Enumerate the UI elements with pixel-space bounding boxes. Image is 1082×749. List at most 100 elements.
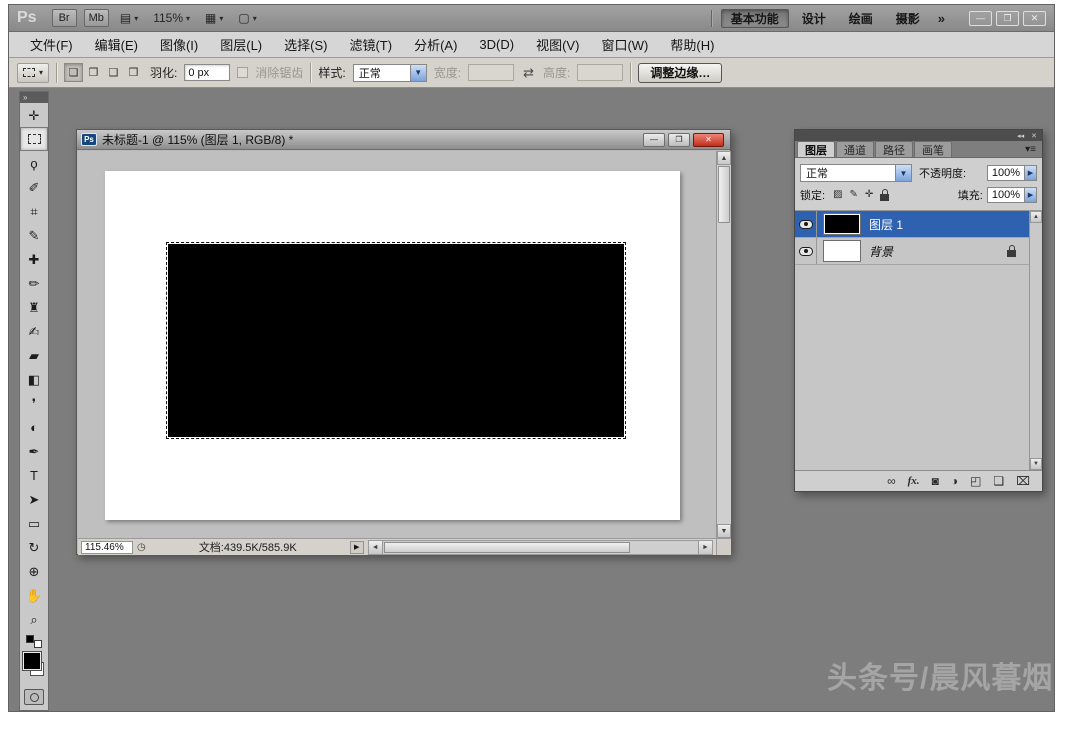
vertical-scroll-thumb[interactable] [718,166,730,223]
screen-mode-button[interactable]: ▢ ▾ [234,9,260,27]
rectangle-tool[interactable]: ▭ [20,511,48,535]
lock-transparency-icon[interactable]: ▨ [833,190,842,200]
link-layers-icon[interactable]: ∞ [887,474,896,488]
scroll-up-icon[interactable]: ▲ [717,151,731,165]
toolbar-collapse-button[interactable]: » [20,92,48,103]
quick-selection-tool[interactable]: ✐ [20,175,48,199]
brush-tool[interactable]: ✏ [20,271,48,295]
panel-tab[interactable]: 通道 [836,141,874,157]
menu-item[interactable]: 滤镜(T) [338,32,403,57]
lasso-tool[interactable]: ϙ [20,151,48,175]
arrange-documents-button[interactable]: ▦ ▾ [201,9,227,27]
layer-row[interactable]: 背景 [795,238,1029,265]
menu-item[interactable]: 视图(V) [525,32,590,57]
history-brush-tool[interactable]: ✍ [20,319,48,343]
move-tool[interactable]: ✛ [20,103,48,127]
menu-item[interactable]: 图像(I) [149,32,209,57]
scroll-right-icon[interactable]: ► [698,541,712,554]
workspace-button[interactable]: 绘画 [839,9,883,28]
panel-tab[interactable]: 图层 [797,141,835,157]
blur-tool[interactable]: ❜ [20,391,48,415]
new-selection-icon[interactable]: ❏ [64,63,83,82]
layer-row[interactable]: 图层 1 [795,211,1029,238]
document-close-button[interactable]: ✕ [693,133,724,147]
zoom-level-control[interactable]: 115% ▾ [149,9,194,27]
scroll-down-icon[interactable]: ▼ [1030,458,1042,470]
clone-stamp-tool[interactable]: ♜ [20,295,48,319]
hand-tool[interactable]: ✋ [20,583,48,607]
scroll-up-icon[interactable]: ▲ [1030,211,1042,223]
lock-pixels-icon[interactable]: ✎ [850,190,858,200]
quick-mask-button[interactable] [24,689,44,705]
canvas-area[interactable] [78,151,716,538]
tool-preset-picker[interactable]: ▾ [17,63,49,83]
menu-item[interactable]: 分析(A) [403,32,468,57]
workspace-button[interactable]: 摄影 [886,9,930,28]
add-selection-icon[interactable]: ❐ [84,63,103,82]
collapse-to-icons-icon[interactable]: ◂◂ [1017,132,1024,140]
refine-edge-button[interactable]: 调整边缘… [638,63,722,83]
canvas[interactable] [105,171,680,520]
fill-control[interactable]: 100% ▶ [987,187,1037,203]
gradient-tool[interactable]: ◧ [20,367,48,391]
path-selection-tool[interactable]: ➤ [20,487,48,511]
subtract-selection-icon[interactable]: ❑ [104,63,123,82]
style-select[interactable]: 正常 ▼ [353,64,427,82]
menu-item[interactable]: 图层(L) [209,32,273,57]
menu-item[interactable]: 窗口(W) [590,32,659,57]
panel-tab[interactable]: 画笔 [914,141,952,157]
document-restore-button[interactable]: ❐ [668,133,690,147]
eyedropper-tool[interactable]: ✎ [20,223,48,247]
bridge-button[interactable]: Br [52,9,77,27]
layers-scrollbar[interactable]: ▲ ▼ [1029,210,1042,470]
minimize-button[interactable]: — [969,11,992,26]
view-extras-button[interactable]: ▤ ▾ [116,9,142,27]
opacity-control[interactable]: 100% ▶ [987,165,1037,181]
panel-close-icon[interactable]: ✕ [1031,132,1037,140]
lock-all-icon[interactable] [880,194,889,201]
type-tool[interactable]: T [20,463,48,487]
workspace-button[interactable]: 设计 [792,9,836,28]
new-group-icon[interactable]: ◰ [970,474,981,488]
panel-tab[interactable]: 路径 [875,141,913,157]
scroll-down-icon[interactable]: ▼ [717,524,731,538]
horizontal-scrollbar[interactable]: ◄ ► [368,540,713,555]
intersect-selection-icon[interactable]: ❒ [124,63,143,82]
feather-input[interactable] [184,64,230,81]
document-minimize-button[interactable]: — [643,133,665,147]
menu-item[interactable]: 帮助(H) [659,32,725,57]
visibility-toggle[interactable] [795,238,817,264]
status-options-button[interactable]: ▶ [350,541,364,554]
workspace-overflow-button[interactable]: » [933,11,950,26]
foreground-color-swatch[interactable] [23,652,41,670]
default-colors-icon[interactable] [26,635,42,648]
menu-item[interactable]: 3D(D) [468,32,525,57]
healing-brush-tool[interactable]: ✚ [20,247,48,271]
lock-position-icon[interactable]: ✛ [865,190,873,200]
layer-style-icon[interactable]: fx. [908,475,920,487]
crop-tool[interactable]: ⌗ [20,199,48,223]
rectangular-marquee-tool[interactable] [20,127,48,151]
blend-mode-select[interactable]: 正常 ▼ [800,164,912,182]
3d-orbit-tool[interactable]: ⊕ [20,559,48,583]
panel-menu-button[interactable]: ▾≡ [1025,144,1040,157]
visibility-toggle[interactable] [795,211,817,237]
document-title-bar[interactable]: Ps 未标题-1 @ 115% (图层 1, RGB/8) * — ❐ ✕ [77,130,730,150]
menu-item[interactable]: 选择(S) [273,32,338,57]
layer-mask-icon[interactable]: ◙ [932,474,939,488]
restore-button[interactable]: ❐ [996,11,1019,26]
dodge-tool[interactable]: ◐ [20,415,48,439]
vertical-scrollbar[interactable]: ▲ ▼ [716,151,731,538]
new-layer-icon[interactable]: ❏ [993,474,1004,488]
horizontal-scroll-thumb[interactable] [384,542,630,553]
eraser-tool[interactable]: ▰ [20,343,48,367]
zoom-percentage-field[interactable]: 115.46% [81,541,133,554]
delete-layer-icon[interactable]: ⌧ [1016,474,1030,488]
adjustment-layer-icon[interactable]: ◑ [951,474,958,488]
zoom-tool[interactable]: ⌕ [20,607,48,631]
scroll-left-icon[interactable]: ◄ [369,541,383,554]
vertical-scroll-track[interactable] [717,165,731,524]
close-button[interactable]: ✕ [1023,11,1046,26]
device-central-button[interactable]: Mb [84,9,109,27]
menu-item[interactable]: 编辑(E) [84,32,149,57]
